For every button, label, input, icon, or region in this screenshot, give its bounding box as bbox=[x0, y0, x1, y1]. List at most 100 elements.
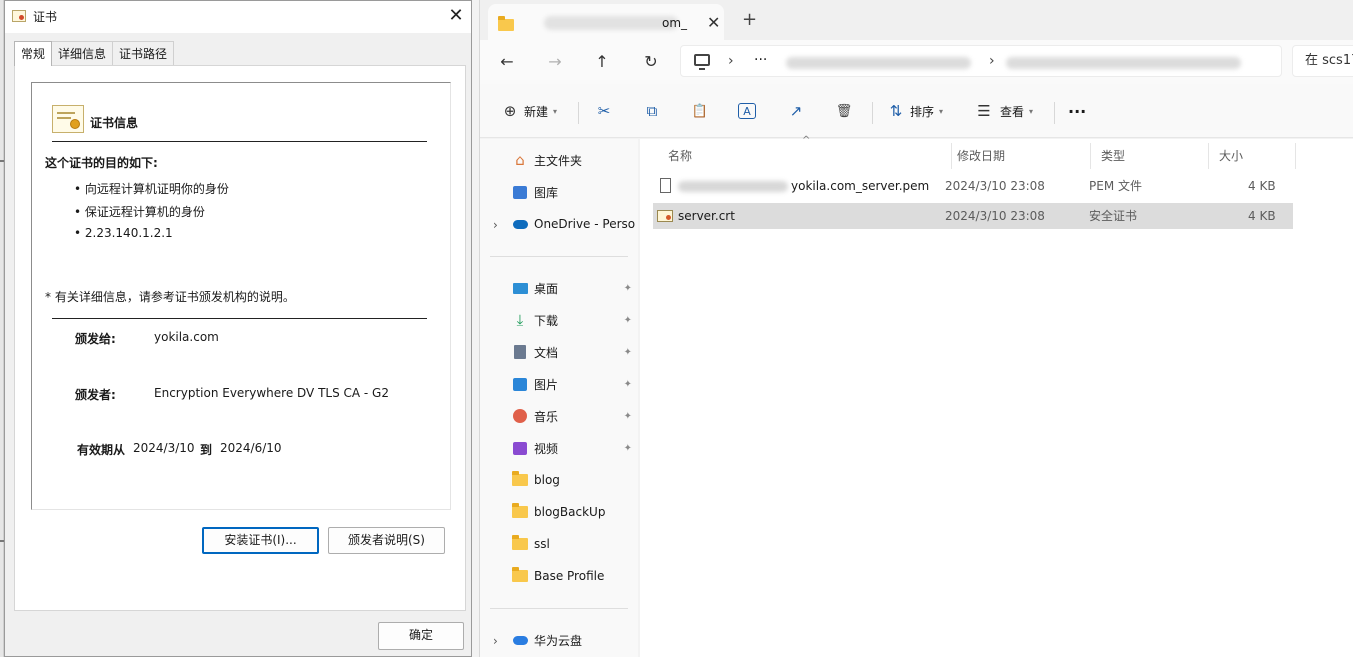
divider bbox=[490, 256, 628, 257]
issued-by-label: 颁发者: bbox=[75, 388, 116, 402]
sidebar-item-music[interactable]: 音乐 ✦ bbox=[512, 403, 638, 429]
sort-icon: ⇅ bbox=[889, 102, 903, 120]
cut-button[interactable]: ✂ bbox=[594, 98, 614, 124]
rename-button[interactable]: A bbox=[738, 98, 756, 124]
folder-icon bbox=[512, 567, 528, 584]
tab-title: om_ bbox=[662, 16, 688, 30]
paste-button[interactable]: 📋 bbox=[690, 98, 710, 124]
certificate-info-box: 证书信息 这个证书的目的如下: • 向远程计算机证明你的身份 • 保证远程计算机… bbox=[31, 82, 451, 510]
column-header-type[interactable]: 类型 bbox=[1091, 143, 1209, 169]
file-row[interactable]: server.crt 2024/3/10 23:08 安全证书 4 KB bbox=[653, 203, 1293, 229]
dialog-tabs: 常规 详细信息 证书路径 bbox=[14, 41, 175, 66]
delete-icon: 🗑 bbox=[835, 103, 853, 119]
file-row[interactable]: yokila.com_server.pem 2024/3/10 23:08 PE… bbox=[653, 173, 1293, 199]
install-certificate-button[interactable]: 安装证书(I)... bbox=[202, 527, 319, 554]
home-icon: ⌂ bbox=[515, 151, 525, 169]
tab-certification-path[interactable]: 证书路径 bbox=[112, 41, 175, 65]
dialog-titlebar: 证书 ✕ bbox=[5, 1, 471, 33]
close-tab-icon[interactable]: ✕ bbox=[707, 13, 720, 32]
expand-chevron-icon[interactable]: › bbox=[493, 218, 498, 232]
pin-icon: ✦ bbox=[623, 314, 632, 326]
breadcrumb-separator: › bbox=[728, 53, 734, 69]
tab-bar: om_ ✕ + bbox=[480, 0, 1353, 40]
sidebar-item-home[interactable]: ⌂ 主文件夹 bbox=[512, 147, 638, 173]
sidebar-item-label: OneDrive - Perso bbox=[534, 217, 636, 231]
valid-to-label: 到 bbox=[200, 443, 213, 457]
sidebar-item-gallery[interactable]: 图库 bbox=[512, 179, 638, 205]
redacted-text bbox=[1006, 57, 1241, 69]
back-icon[interactable]: ← bbox=[493, 48, 521, 76]
sidebar-item-documents[interactable]: 文档 ✦ bbox=[512, 339, 638, 365]
sidebar-item-label: 图库 bbox=[534, 185, 559, 200]
close-icon[interactable]: ✕ bbox=[441, 1, 471, 31]
certificate-icon bbox=[52, 105, 84, 133]
sidebar-item-huawei-cloud[interactable]: 华为云盘 bbox=[512, 627, 638, 653]
video-icon bbox=[512, 440, 528, 456]
more-options-icon[interactable]: ··· bbox=[1068, 98, 1086, 124]
new-label: 新建 bbox=[524, 104, 549, 119]
command-bar: ⊕ 新建 ▾ ✂ ⧉ 📋 A ↗ 🗑 ⇅ 排序 ▾ ☰ 查看 ▾ ··· bbox=[480, 84, 1353, 138]
new-button[interactable]: ⊕ 新建 ▾ bbox=[500, 98, 557, 124]
certificate-icon bbox=[657, 210, 673, 222]
cloud-icon bbox=[512, 216, 528, 232]
rename-icon: A bbox=[738, 103, 756, 119]
divider bbox=[872, 102, 873, 124]
sidebar-item-blogbackup[interactable]: blogBackUp bbox=[512, 499, 638, 525]
issued-by-value: Encryption Everywhere DV TLS CA - G2 bbox=[154, 386, 389, 400]
tab-general[interactable]: 常规 bbox=[14, 41, 53, 66]
divider bbox=[1054, 102, 1055, 124]
delete-button[interactable]: 🗑 bbox=[834, 98, 854, 124]
sidebar-item-desktop[interactable]: 桌面 ✦ bbox=[512, 275, 638, 301]
column-header-size[interactable]: 大小 bbox=[1209, 143, 1296, 169]
file-name: server.crt bbox=[678, 209, 735, 223]
explorer-tab[interactable]: om_ ✕ bbox=[488, 4, 724, 40]
certificate-dialog: 证书 ✕ 常规 详细信息 证书路径 证书信息 这个证书的目的如下: • 向远程计… bbox=[4, 0, 472, 657]
ok-button[interactable]: 确定 bbox=[378, 622, 464, 650]
tab-details[interactable]: 详细信息 bbox=[51, 41, 114, 65]
sidebar-item-videos[interactable]: 视频 ✦ bbox=[512, 435, 638, 461]
purpose-heading: 这个证书的目的如下: bbox=[45, 156, 158, 170]
view-label: 查看 bbox=[1000, 104, 1025, 119]
address-bar[interactable]: › ··· › bbox=[680, 45, 1282, 77]
desktop-icon bbox=[512, 280, 528, 296]
issuer-statement-button[interactable]: 颁发者说明(S) bbox=[328, 527, 445, 554]
new-tab-icon[interactable]: + bbox=[742, 9, 757, 30]
sidebar-item-label: blog bbox=[534, 473, 560, 487]
column-header-name[interactable]: 名称 bbox=[658, 143, 952, 169]
sidebar-item-blog[interactable]: blog bbox=[512, 467, 638, 493]
forward-icon[interactable]: → bbox=[541, 48, 569, 76]
view-button[interactable]: ☰ 查看 ▾ bbox=[974, 98, 1033, 124]
sidebar-item-label: 华为云盘 bbox=[534, 633, 583, 648]
breadcrumb-overflow[interactable]: ··· bbox=[754, 52, 767, 68]
share-button[interactable]: ↗ bbox=[786, 98, 806, 124]
issued-to-label: 颁发给: bbox=[75, 332, 116, 346]
file-size: 4 KB bbox=[1248, 179, 1276, 193]
sidebar-item-downloads[interactable]: ⤓ 下载 ✦ bbox=[512, 307, 638, 333]
sidebar-item-label: 视频 bbox=[534, 441, 559, 456]
purpose-item: • 保证远程计算机的身份 bbox=[74, 205, 205, 219]
expand-chevron-icon[interactable]: › bbox=[493, 634, 498, 648]
file-name: yokila.com_server.pem bbox=[791, 179, 930, 193]
gallery-icon bbox=[512, 184, 528, 200]
sidebar-item-label: 主文件夹 bbox=[534, 153, 583, 168]
issued-to-value: yokila.com bbox=[154, 330, 219, 344]
refresh-icon[interactable]: ↻ bbox=[637, 48, 665, 76]
sidebar-item-onedrive[interactable]: OneDrive - Perso bbox=[512, 211, 638, 237]
sidebar-item-ssl[interactable]: ssl bbox=[512, 531, 638, 557]
column-header-modified[interactable]: 修改日期 bbox=[947, 143, 1091, 169]
certificate-icon bbox=[12, 10, 26, 22]
pin-icon: ✦ bbox=[623, 282, 632, 294]
copy-button[interactable]: ⧉ bbox=[642, 98, 662, 124]
file-size: 4 KB bbox=[1248, 209, 1276, 223]
file-list: ^ 名称 修改日期 类型 大小 yokila.com_server.pem 20… bbox=[640, 135, 1353, 657]
file-modified: 2024/3/10 23:08 bbox=[945, 179, 1045, 193]
plus-icon: ⊕ bbox=[503, 102, 517, 120]
up-icon[interactable]: ↑ bbox=[588, 48, 616, 76]
sidebar-item-label: Base Profile bbox=[534, 569, 605, 583]
sort-button[interactable]: ⇅ 排序 ▾ bbox=[886, 98, 943, 124]
search-input[interactable]: 在 scs17 bbox=[1292, 45, 1353, 77]
chevron-down-icon: ▾ bbox=[553, 106, 558, 116]
folder-icon bbox=[498, 16, 514, 31]
sidebar-item-base-profile[interactable]: Base Profile bbox=[512, 563, 638, 589]
sidebar-item-pictures[interactable]: 图片 ✦ bbox=[512, 371, 638, 397]
